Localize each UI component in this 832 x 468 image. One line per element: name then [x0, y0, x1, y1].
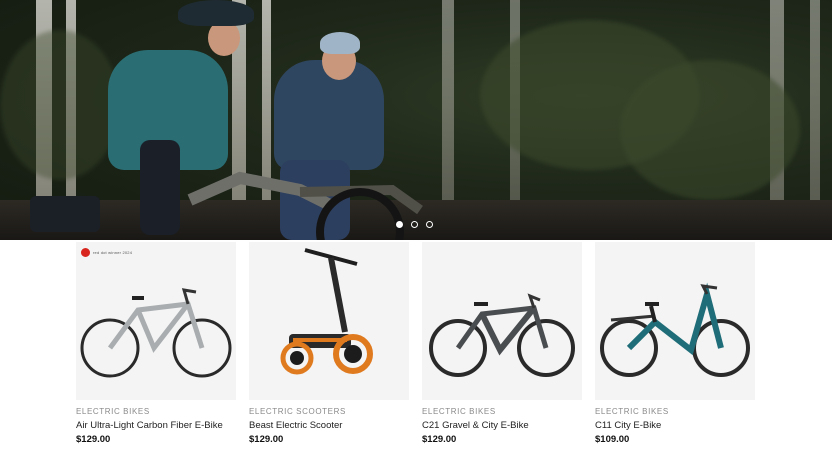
- product-category[interactable]: ELECTRIC BIKES: [76, 407, 236, 416]
- product-card[interactable]: ELECTRIC BIKES C11 City E-Bike $109.00: [595, 242, 755, 445]
- product-name[interactable]: C21 Gravel & City E-Bike: [422, 420, 582, 431]
- product-grid: red dot winner 2024 ELECTRIC BIKES Air U…: [76, 242, 756, 445]
- product-image[interactable]: red dot winner 2024: [76, 242, 236, 400]
- hero-bikes: [30, 171, 423, 240]
- product-name[interactable]: C11 City E-Bike: [595, 420, 755, 431]
- product-category[interactable]: ELECTRIC BIKES: [422, 407, 582, 416]
- carousel-dot[interactable]: [426, 221, 433, 228]
- product-image[interactable]: [422, 242, 582, 400]
- carousel-dot[interactable]: [396, 221, 403, 228]
- product-price: $109.00: [595, 434, 630, 445]
- product-price: $129.00: [249, 434, 284, 445]
- product-card[interactable]: ELECTRIC SCOOTERS Beast Electric Scooter…: [249, 242, 409, 445]
- product-category[interactable]: ELECTRIC BIKES: [595, 407, 755, 416]
- product-image[interactable]: [595, 242, 755, 400]
- product-category[interactable]: ELECTRIC SCOOTERS: [249, 407, 409, 416]
- product-name[interactable]: Beast Electric Scooter: [249, 420, 409, 431]
- carousel-dot[interactable]: [411, 221, 418, 228]
- product-card[interactable]: red dot winner 2024 ELECTRIC BIKES Air U…: [76, 242, 236, 445]
- product-price: $129.00: [422, 434, 457, 445]
- teal-city-ebike-image: [600, 282, 750, 377]
- hero-banner[interactable]: [0, 0, 832, 240]
- carousel-dots: [396, 221, 433, 228]
- gray-gravel-ebike-image: [429, 293, 575, 377]
- product-card[interactable]: ELECTRIC BIKES C21 Gravel & City E-Bike …: [422, 242, 582, 445]
- product-image[interactable]: [249, 242, 409, 400]
- silver-road-ebike-image: [80, 288, 232, 378]
- orange-black-scooter-image: [280, 248, 373, 375]
- product-name[interactable]: Air Ultra-Light Carbon Fiber E-Bike: [76, 420, 236, 431]
- product-price: $129.00: [76, 434, 111, 445]
